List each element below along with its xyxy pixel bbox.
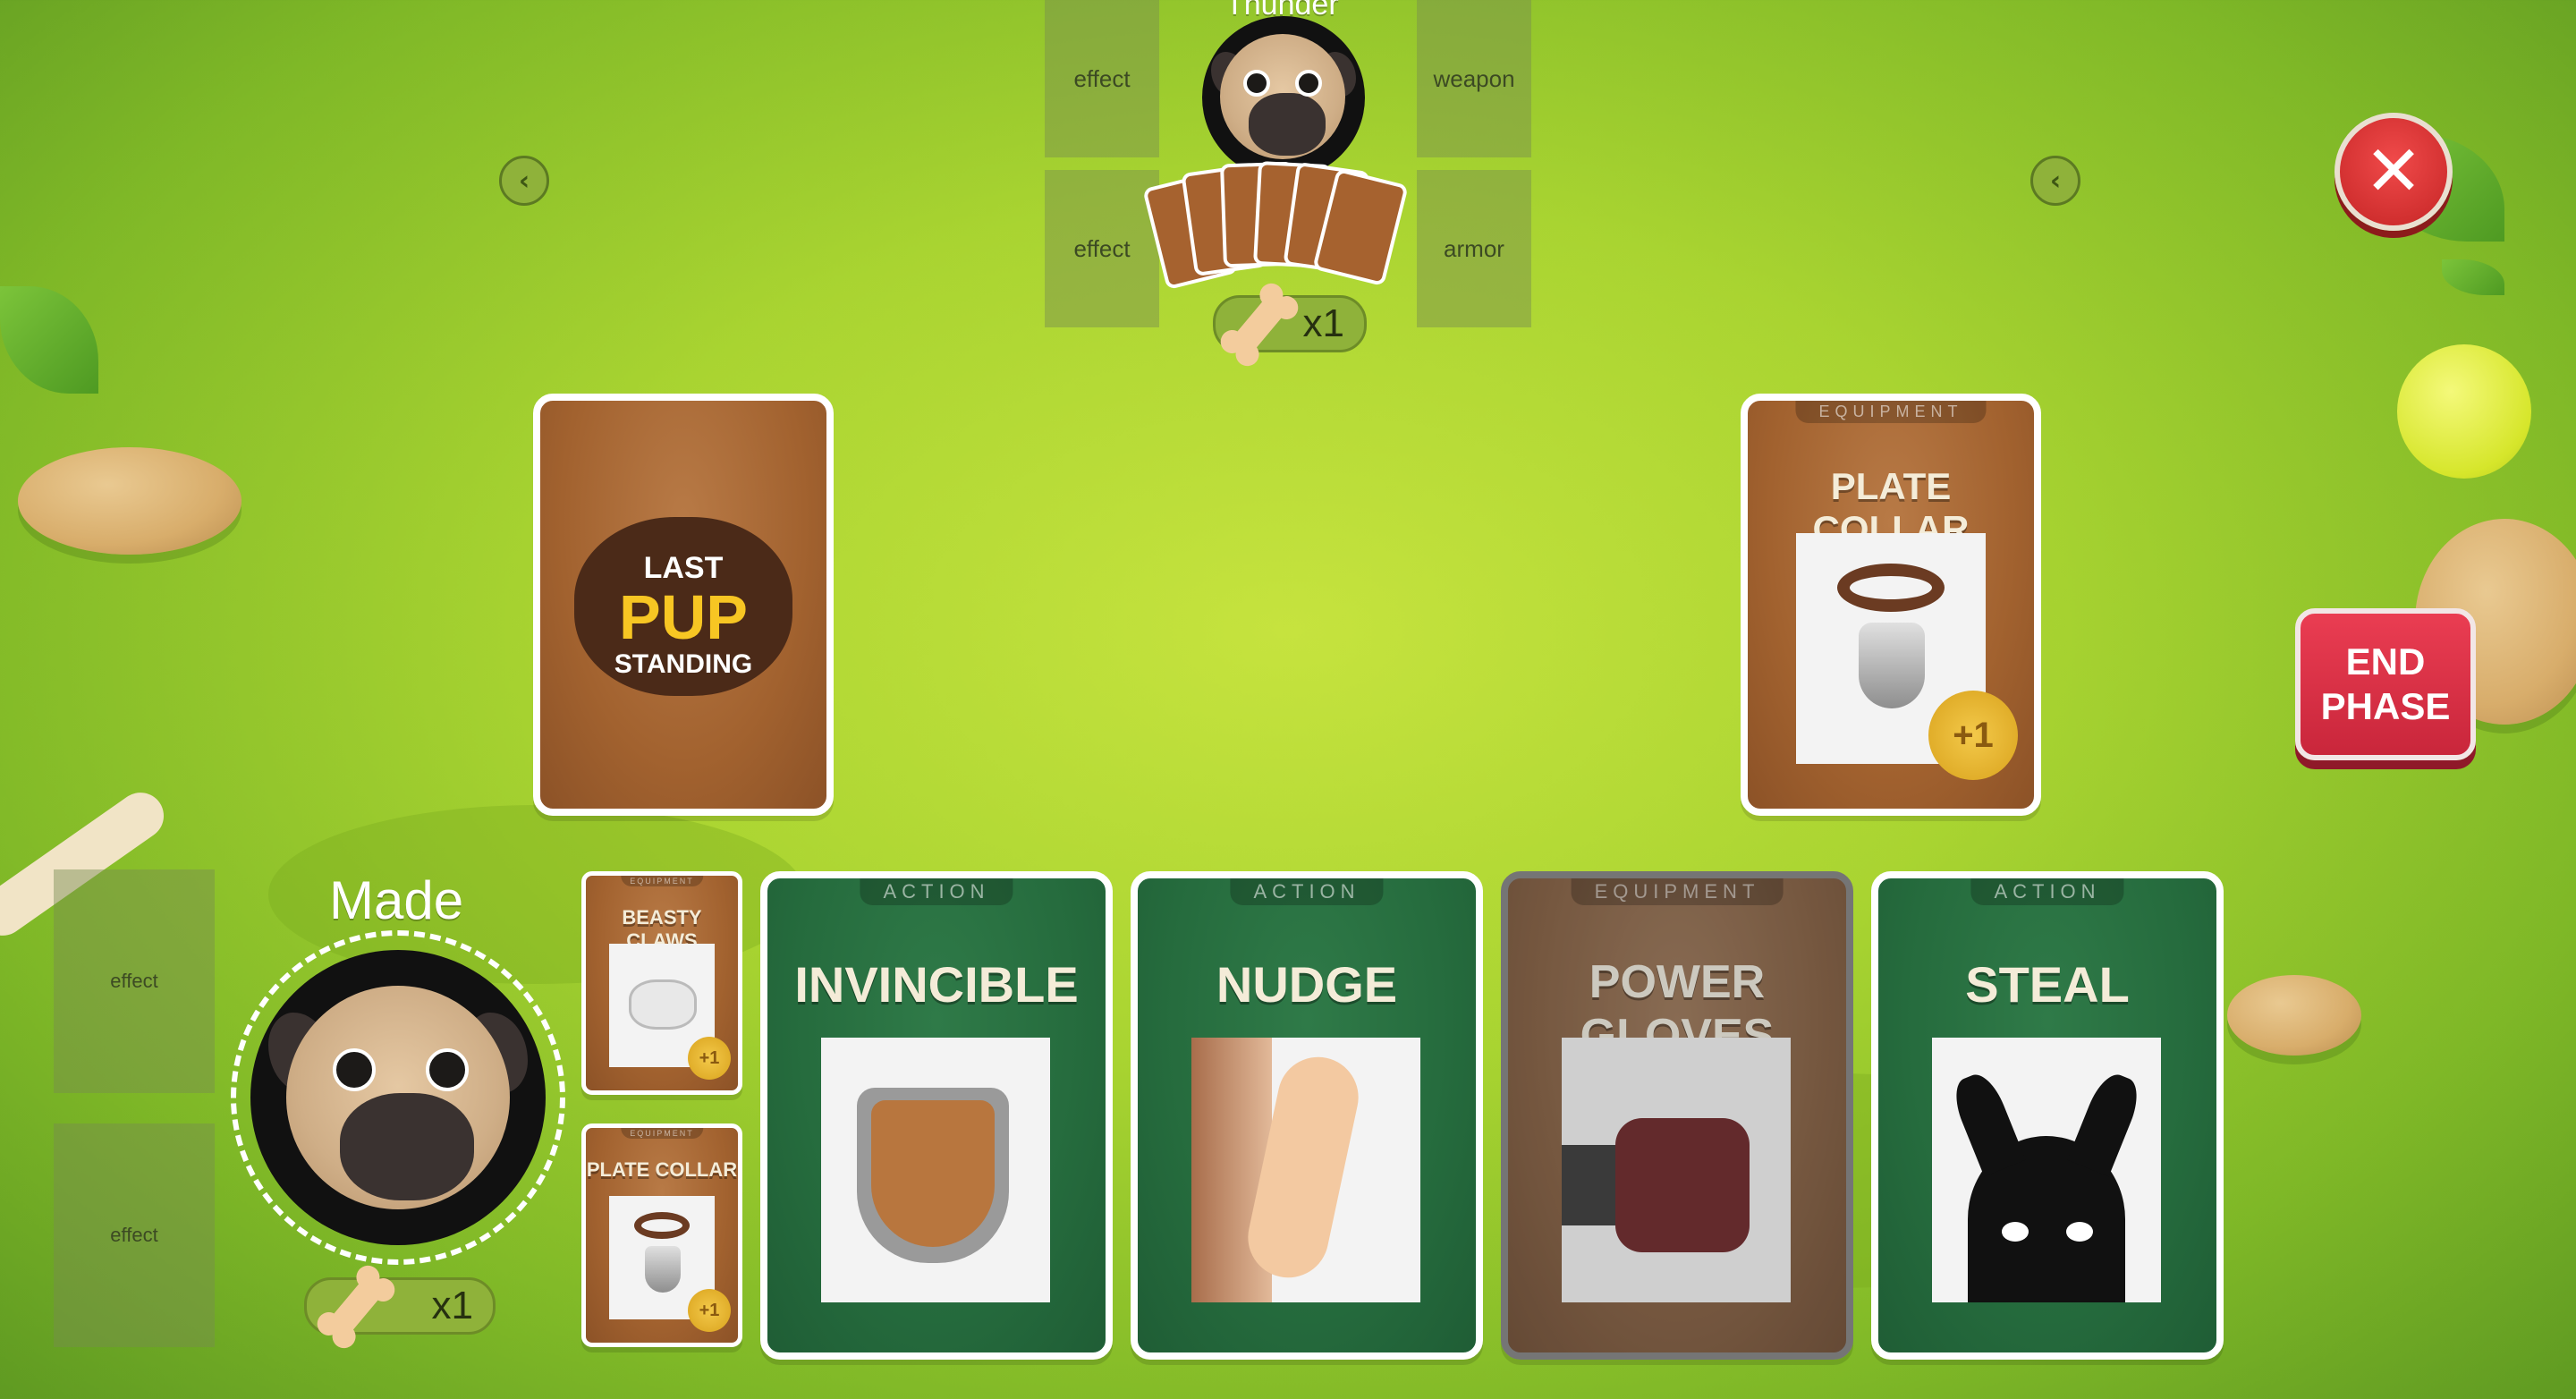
opponent-effect-slot[interactable]: effect [1045, 170, 1159, 327]
plus-badge: +1 [688, 1289, 731, 1332]
bone-icon [326, 1275, 386, 1339]
bone-icon [1229, 293, 1290, 357]
shield-icon [821, 1038, 1050, 1302]
player-avatar[interactable] [250, 950, 546, 1245]
player-effect-slot[interactable]: effect [54, 1123, 215, 1347]
pug-muzzle-icon [340, 1093, 474, 1200]
draw-deck[interactable]: LAST PUP STANDING [533, 394, 834, 816]
pug-muzzle-icon [1249, 93, 1326, 156]
opponent-weapon-slot[interactable]: weapon [1417, 0, 1531, 157]
pug-eye-icon [1295, 70, 1322, 97]
card-title: NUDGE [1216, 956, 1398, 1013]
deck-logo-line2: PUP [619, 582, 748, 652]
plus-badge: +1 [688, 1037, 731, 1080]
card-type-label: ACTION [860, 878, 1013, 905]
leaf-decoration [2442, 259, 2504, 295]
player-effect-slot[interactable]: effect [54, 869, 215, 1093]
rock-decoration [2227, 975, 2361, 1056]
card-type-label: EQUIPMENT [1571, 878, 1784, 905]
shadow-creature-icon [1932, 1038, 2161, 1302]
card-title: PLATE COLLAR [586, 1158, 738, 1181]
card-title: INVINCIBLE [794, 956, 1079, 1013]
rock-decoration [18, 447, 242, 555]
scroll-right-arrow-icon[interactable]: ‹ [2030, 156, 2080, 206]
opponent-armor-slot[interactable]: armor [1417, 170, 1531, 327]
scroll-left-arrow-icon[interactable]: ‹ [499, 156, 549, 206]
close-button[interactable]: ✕ [2334, 113, 2453, 231]
hand-card-steal[interactable]: ACTION STEAL [1871, 871, 2224, 1360]
card-title: STEAL [1965, 956, 2130, 1013]
card-type-label: EQUIPMENT [621, 876, 703, 886]
deck-logo-line3: STANDING [614, 649, 753, 679]
end-phase-button[interactable]: END PHASE [2295, 608, 2476, 760]
tennis-ball-icon [2397, 344, 2531, 479]
card-type-label: ACTION [1970, 878, 2124, 905]
pug-eye-icon [333, 1048, 376, 1091]
opponent-effect-slot[interactable]: effect [1045, 0, 1159, 157]
plus-badge: +1 [1928, 691, 2018, 780]
opponent-bone-counter: x1 [1213, 293, 1367, 357]
hand-card-power-gloves[interactable]: EQUIPMENT POWER GLOVES [1501, 871, 1853, 1360]
card-type-label: EQUIPMENT [621, 1128, 703, 1139]
card-type-label: EQUIPMENT [1795, 401, 1987, 423]
pug-eye-icon [1243, 70, 1270, 97]
played-card[interactable]: EQUIPMENT PLATE COLLAR +1 [1741, 394, 2041, 816]
hand-card-invincible[interactable]: ACTION INVINCIBLE [760, 871, 1113, 1360]
leaf-decoration [0, 286, 98, 394]
player-bone-counter: x1 [304, 1275, 496, 1339]
glove-icon [1562, 1038, 1791, 1302]
card-type-label: ACTION [1230, 878, 1384, 905]
paw-nudge-icon [1191, 1038, 1420, 1302]
pug-eye-icon [426, 1048, 469, 1091]
player-name: Made [329, 870, 464, 930]
opponent-hand [1142, 152, 1422, 291]
equipped-card[interactable]: EQUIPMENT PLATE COLLAR +1 [581, 1123, 742, 1347]
hand-card-nudge[interactable]: ACTION NUDGE [1131, 871, 1483, 1360]
equipped-card[interactable]: EQUIPMENT BEASTY CLAWS +1 [581, 871, 742, 1095]
